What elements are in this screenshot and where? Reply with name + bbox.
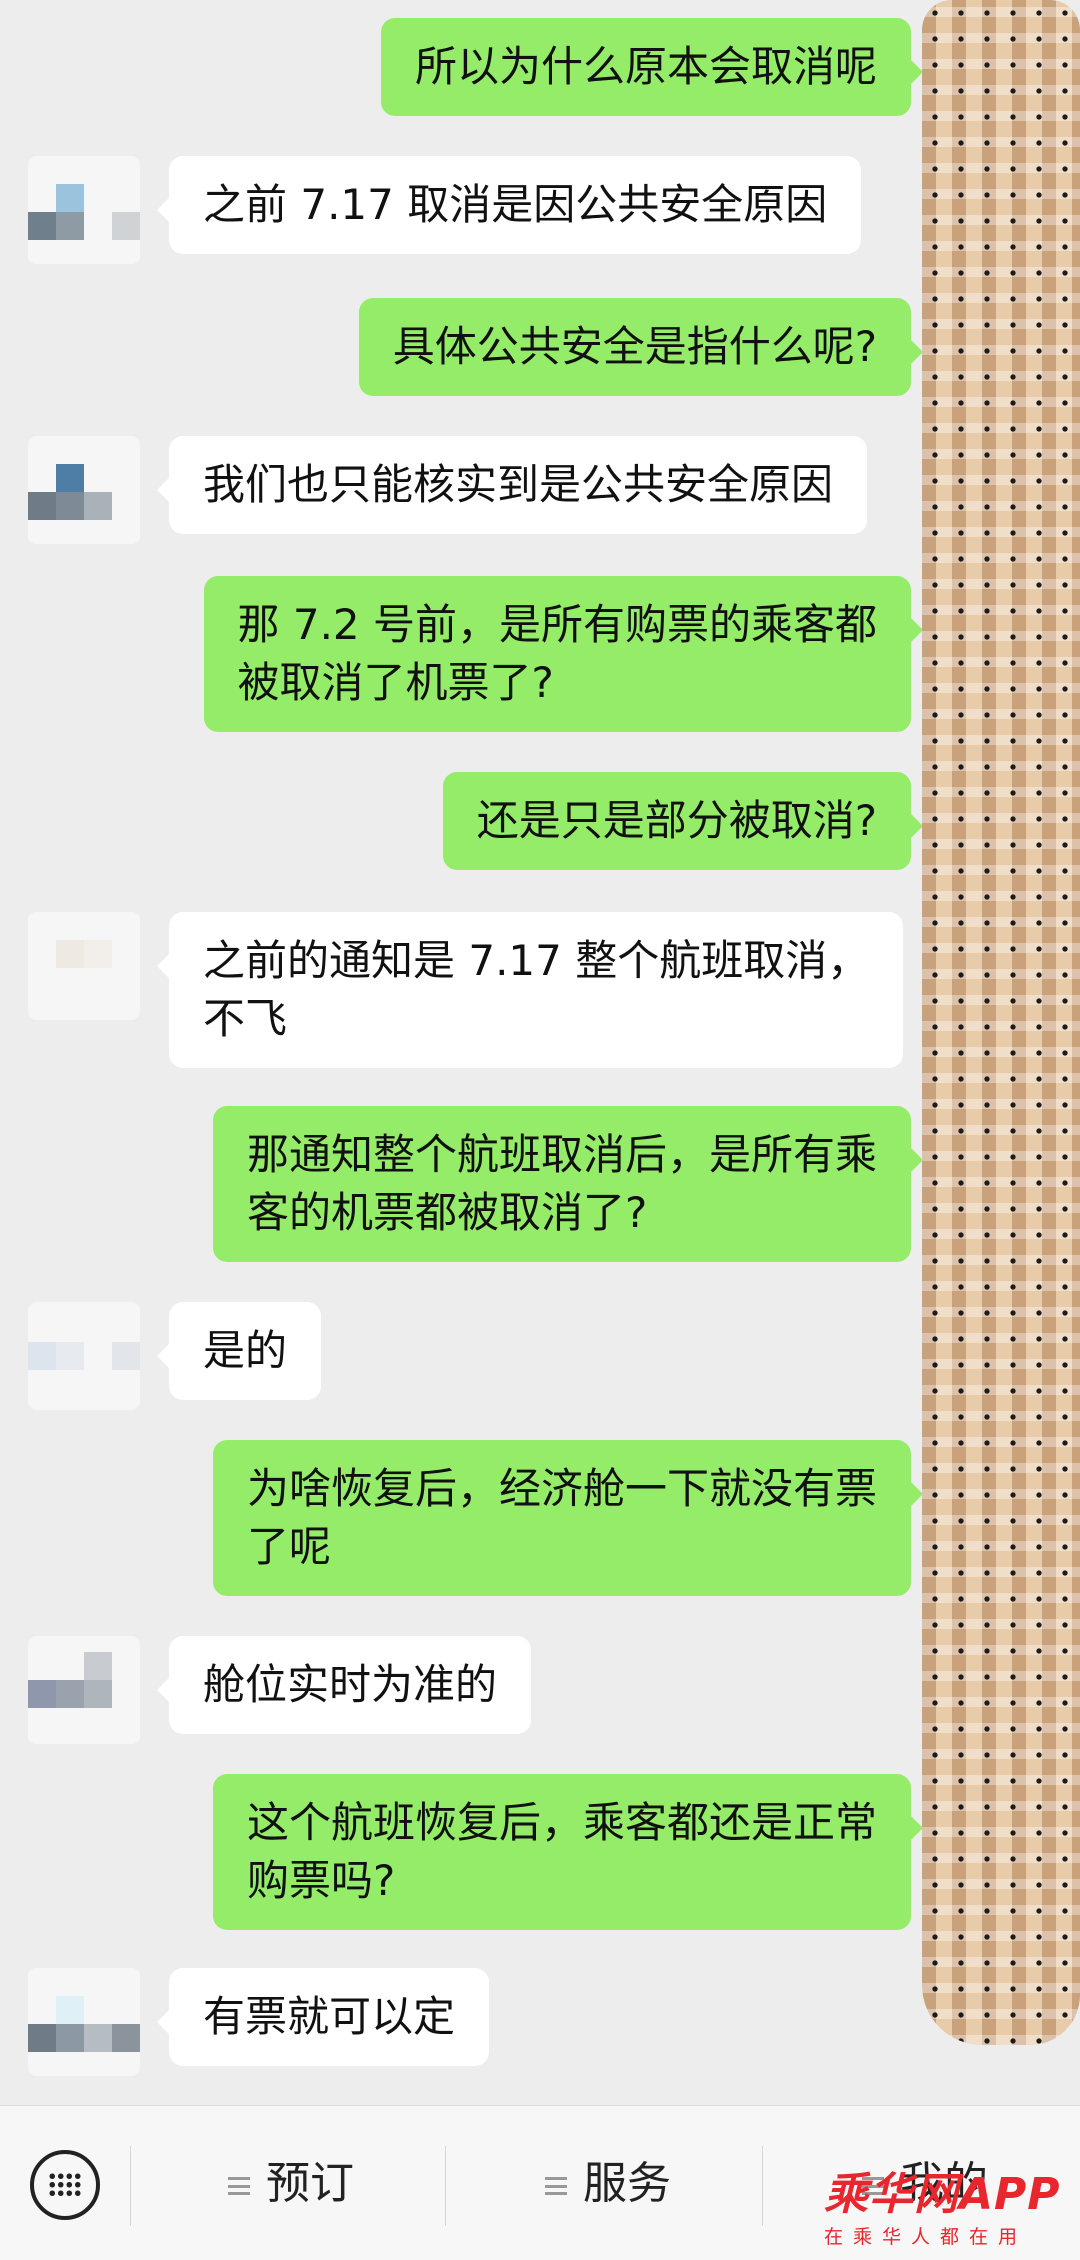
menu-item-service[interactable]: 服务 bbox=[545, 2154, 671, 2214]
menu-item-book[interactable]: 预订 bbox=[228, 2154, 354, 2214]
menu-item-label: 预订 bbox=[266, 2158, 354, 2209]
menu-divider bbox=[762, 2146, 763, 2226]
watermark-text: 乘华网APP bbox=[824, 2169, 1061, 2220]
message-bubble-outgoing[interactable]: 为啥恢复后，经济舱一下就没有票 了呢 bbox=[212, 1440, 924, 1596]
avatar[interactable] bbox=[28, 912, 140, 1020]
keyboard-icon[interactable] bbox=[30, 2150, 100, 2220]
avatar[interactable] bbox=[28, 156, 140, 264]
avatar[interactable] bbox=[28, 1302, 140, 1410]
avatar[interactable] bbox=[28, 1968, 140, 2076]
message-bubble-outgoing[interactable]: 具体公共安全是指什么呢? bbox=[358, 298, 924, 396]
watermark-logo: 乘华网APP 在乘华人都在用 bbox=[820, 2158, 1080, 2258]
menu-icon bbox=[545, 2177, 567, 2195]
message-bubble-outgoing[interactable]: 所以为什么原本会取消呢 bbox=[380, 18, 924, 116]
message-bubble-outgoing[interactable]: 还是只是部分被取消? bbox=[442, 772, 924, 870]
chat-area[interactable]: 所以为什么原本会取消呢 之前 7.17 取消是因公共安全原因 具体公共安全是指什… bbox=[0, 0, 1080, 2105]
message-bubble-outgoing[interactable]: 那通知整个航班取消后，是所有乘 客的机票都被取消了? bbox=[212, 1106, 924, 1262]
menu-item-label: 服务 bbox=[583, 2158, 671, 2209]
message-bubble-incoming[interactable]: 是的 bbox=[156, 1302, 322, 1400]
message-bubble-outgoing[interactable]: 那 7.2 号前，是所有购票的乘客都 被取消了机票了? bbox=[203, 576, 923, 732]
message-bubble-incoming[interactable]: 舱位实时为准的 bbox=[156, 1636, 532, 1734]
avatar[interactable] bbox=[28, 1636, 140, 1744]
avatar[interactable] bbox=[28, 436, 140, 544]
message-bubble-incoming[interactable]: 有票就可以定 bbox=[156, 1968, 490, 2066]
menu-divider bbox=[445, 2146, 446, 2226]
message-bubble-incoming[interactable]: 之前的通知是 7.17 整个航班取消， 不飞 bbox=[156, 912, 904, 1068]
redaction-overlay bbox=[922, 0, 1080, 2045]
message-bubble-incoming[interactable]: 我们也只能核实到是公共安全原因 bbox=[156, 436, 868, 534]
menu-icon bbox=[228, 2177, 250, 2195]
message-bubble-incoming[interactable]: 之前 7.17 取消是因公共安全原因 bbox=[156, 156, 862, 254]
menu-divider bbox=[130, 2146, 131, 2226]
watermark-slogan: 在乘华人都在用 bbox=[824, 2226, 1028, 2248]
message-bubble-outgoing[interactable]: 这个航班恢复后，乘客都还是正常 购票吗? bbox=[212, 1774, 924, 1930]
